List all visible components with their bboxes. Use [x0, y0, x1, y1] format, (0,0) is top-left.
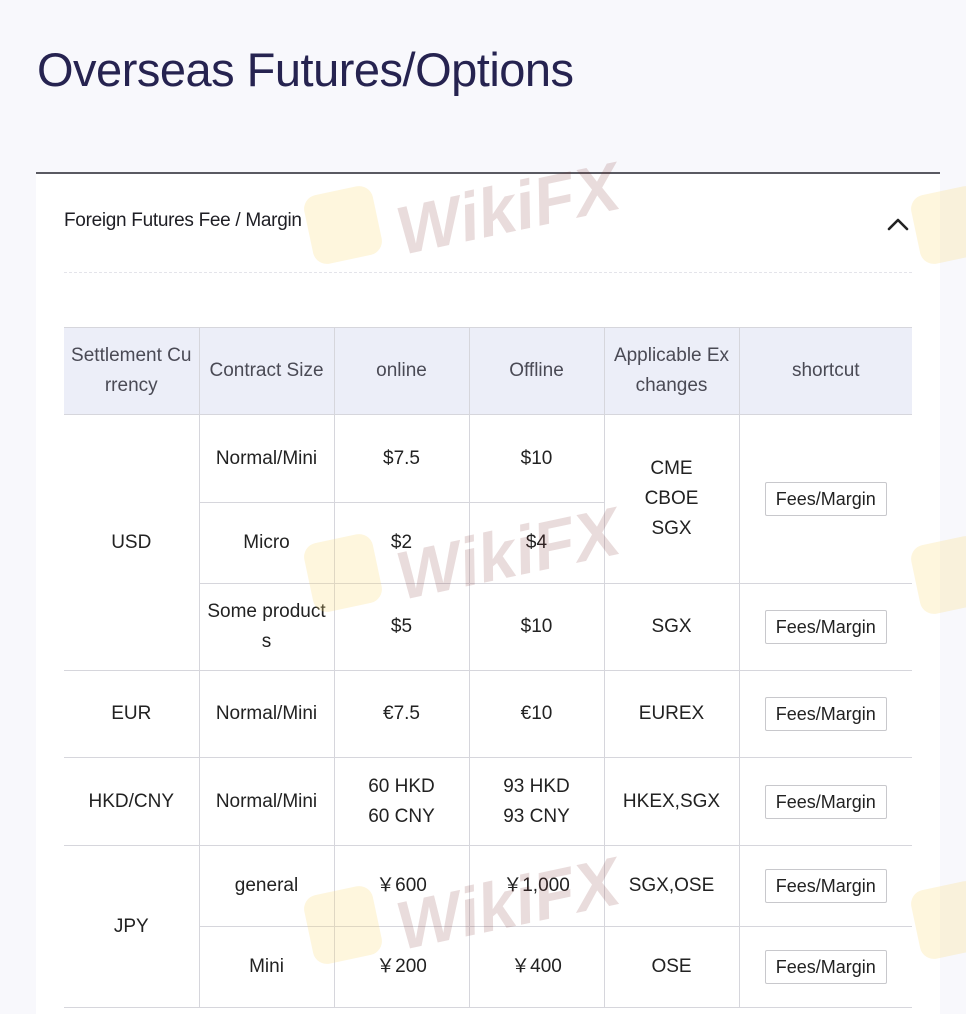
- online-fee-cell: ￥200: [333, 926, 470, 1008]
- exchanges-cell: OSE: [603, 926, 740, 1008]
- page-title: Overseas Futures/Options: [37, 43, 574, 96]
- contract-size-cell: Normal/Mini: [198, 670, 335, 758]
- accordion-header[interactable]: Foreign Futures Fee / Margin: [64, 174, 912, 273]
- currency-cell: JPY: [64, 845, 200, 1008]
- offline-fee-cell: €10: [468, 670, 605, 758]
- exchanges-cell: HKEX,SGX: [603, 757, 740, 846]
- fees-margin-button[interactable]: Fees/Margin: [764, 784, 887, 819]
- currency-cell: HKD/CNY: [64, 757, 200, 846]
- online-fee-cell: $2: [333, 502, 470, 584]
- contract-size-cell: Some products: [198, 583, 335, 671]
- offline-fee-cell: $4: [468, 502, 605, 584]
- shortcut-cell: Fees/Margin: [738, 583, 912, 671]
- exchanges-cell: EUREX: [603, 670, 740, 758]
- header-applicable-exchanges: Applicable Exchanges: [603, 327, 740, 415]
- exchanges-cell: CME CBOE SGX: [603, 414, 740, 584]
- header-shortcut: shortcut: [738, 327, 912, 415]
- table-row: USD Normal/Mini $7.5 $10 CME CBOE SGX Fe…: [64, 414, 912, 671]
- header-online: online: [333, 327, 470, 415]
- currency-cell: EUR: [64, 670, 200, 758]
- shortcut-cell: Fees/Margin: [738, 414, 912, 584]
- offline-fee-cell: $10: [468, 583, 605, 671]
- online-fee-cell: $5: [333, 583, 470, 671]
- shortcut-cell: Fees/Margin: [738, 845, 912, 927]
- shortcut-cell: Fees/Margin: [738, 926, 912, 1008]
- header-contract-size: Contract Size: [198, 327, 335, 415]
- exchanges-cell: SGX: [603, 583, 740, 671]
- table-row: EUR Normal/Mini €7.5 €10 EUREX Fees/Marg…: [64, 670, 912, 758]
- fee-margin-table: Settlement Currency Contract Size online…: [64, 327, 912, 1008]
- fees-margin-button[interactable]: Fees/Margin: [764, 610, 887, 644]
- exchanges-cell: SGX,OSE: [603, 845, 740, 927]
- offline-fee-cell: 93 HKD 93 CNY: [468, 757, 605, 846]
- contract-size-cell: Mini: [198, 926, 335, 1008]
- online-fee-cell: ￥600: [333, 845, 470, 927]
- shortcut-cell: Fees/Margin: [738, 757, 912, 846]
- fees-margin-button[interactable]: Fees/Margin: [764, 482, 887, 516]
- table-row: HKD/CNY Normal/Mini 60 HKD 60 CNY 93 HKD…: [64, 757, 912, 846]
- fees-margin-button[interactable]: Fees/Margin: [764, 869, 887, 903]
- contract-size-cell: Normal/Mini: [198, 414, 335, 503]
- online-fee-cell: 60 HKD 60 CNY: [333, 757, 470, 846]
- online-fee-cell: $7.5: [333, 414, 470, 503]
- table-header-row: Settlement Currency Contract Size online…: [64, 327, 912, 415]
- chevron-up-icon[interactable]: [884, 210, 912, 238]
- offline-fee-cell: $10: [468, 414, 605, 503]
- header-offline: Offline: [468, 327, 605, 415]
- contract-size-cell: Normal/Mini: [198, 757, 335, 846]
- header-settlement-currency: Settlement Currency: [64, 327, 200, 415]
- fees-margin-button[interactable]: Fees/Margin: [764, 697, 887, 731]
- contract-size-cell: Micro: [198, 502, 335, 584]
- shortcut-cell: Fees/Margin: [738, 670, 912, 758]
- offline-fee-cell: ￥400: [468, 926, 605, 1008]
- offline-fee-cell: ￥1,000: [468, 845, 605, 927]
- accordion-title[interactable]: Foreign Futures Fee / Margin: [64, 210, 302, 232]
- fees-margin-button[interactable]: Fees/Margin: [764, 950, 887, 984]
- contract-size-cell: general: [198, 845, 335, 927]
- table-row: JPY general ￥600 ￥1,000 SGX,OSE Fees/Mar…: [64, 845, 912, 1008]
- online-fee-cell: €7.5: [333, 670, 470, 758]
- accordion-panel: Foreign Futures Fee / Margin Settlement …: [36, 174, 940, 1014]
- currency-cell: USD: [64, 414, 200, 671]
